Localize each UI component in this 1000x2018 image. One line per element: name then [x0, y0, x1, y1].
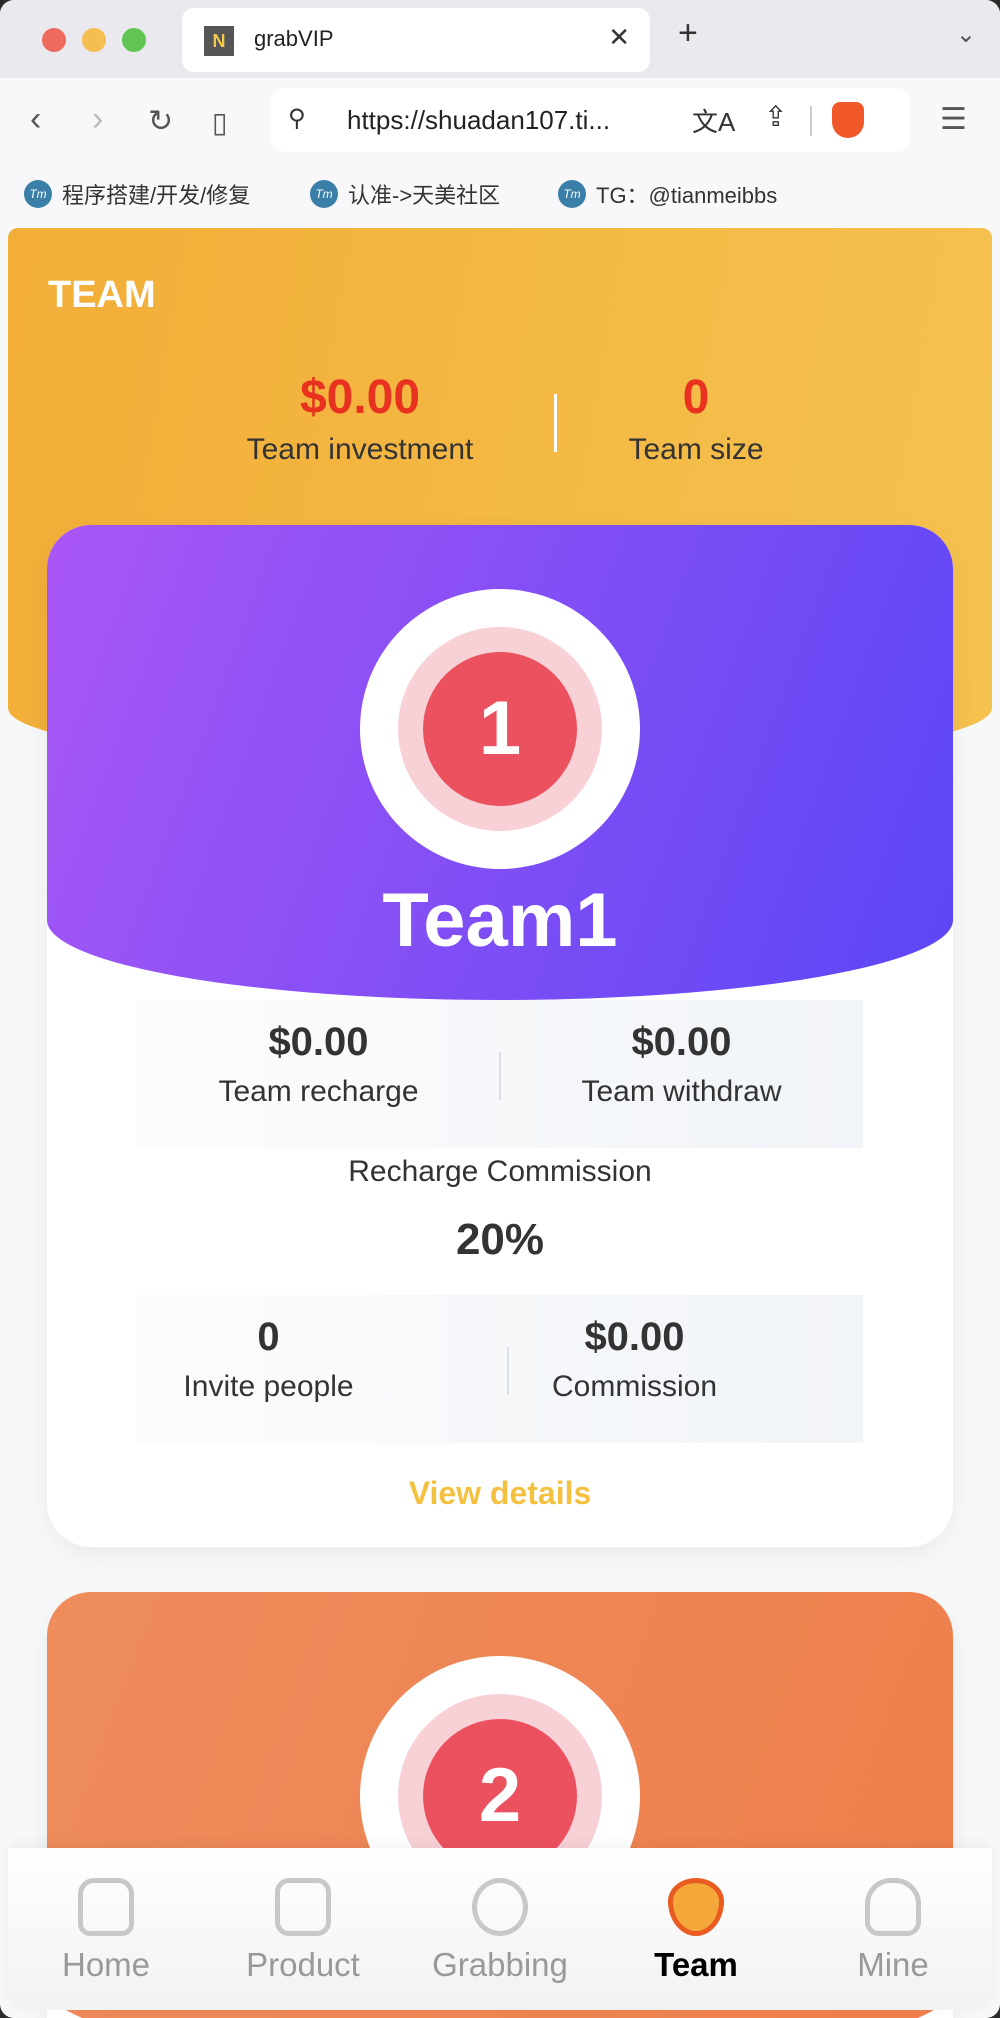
home-icon: [78, 1878, 134, 1936]
bookmark-label: 程序搭建/开发/修复: [62, 183, 251, 208]
team-recharge-label: Team recharge: [218, 1075, 419, 1108]
close-window-button[interactable]: [42, 28, 66, 52]
commission-label: Commission: [551, 1370, 718, 1403]
tab-label: Product: [246, 1946, 360, 1983]
team-size-label: Team size: [628, 433, 764, 466]
bookmarks-bar: Tm 程序搭建/开发/修复 Tm 认准->天美社区 Tm TG：@tianmeibbs: [0, 168, 1000, 226]
team-size-value: 0: [682, 371, 710, 424]
close-tab-icon[interactable]: ✕: [608, 22, 630, 53]
tab-list-chevron-icon[interactable]: ⌄: [956, 20, 976, 49]
menu-icon[interactable]: ☰: [940, 102, 967, 137]
site-settings-icon[interactable]: ⚲: [288, 104, 306, 133]
invite-people-label: Invite people: [183, 1370, 354, 1403]
maximize-window-button[interactable]: [122, 28, 146, 52]
bottom-tab-bar: Home Product Grabbing Team Mine: [8, 1848, 992, 2010]
forward-icon[interactable]: ›: [92, 100, 103, 139]
tab-strip: N grabVIP ✕ + ⌄: [0, 0, 1000, 78]
team-withdraw-label: Team withdraw: [581, 1075, 782, 1108]
team-investment-stat: $0.00 Team investment: [210, 370, 510, 467]
url-text: https://shuadan107.ti...: [347, 105, 611, 135]
team-page: TEAM $0.00 Team investment 0 Team size 1…: [8, 228, 992, 2018]
browser-tab[interactable]: N grabVIP ✕: [182, 8, 650, 72]
tab-grabbing[interactable]: Grabbing: [402, 1878, 598, 1984]
recharge-commission-label: Recharge Commission: [348, 1155, 652, 1188]
bookmark-label: 认准->天美社区: [348, 183, 501, 208]
team-card[interactable]: 1 Team1 $0.00 Team recharge $0.00 Team wit…: [47, 525, 953, 1547]
bookmark-icon[interactable]: ▯: [212, 106, 227, 139]
bookmark-item[interactable]: Tm 认准->天美社区: [310, 178, 500, 210]
bookmark-item[interactable]: Tm TG：@tianmeibbs: [558, 178, 777, 210]
bookmark-favicon-icon: Tm: [24, 180, 52, 208]
commission-value: $0.00: [584, 1315, 685, 1359]
new-tab-button[interactable]: +: [678, 14, 698, 53]
team-recharge-value: $0.00: [268, 1020, 369, 1064]
translate-icon[interactable]: 文A: [692, 102, 735, 139]
tab-label: Grabbing: [432, 1946, 568, 1983]
browser-toolbar: ‹ › ↻ ▯ ⚲ https://shuadan107.ti... 文A ⇪ …: [0, 78, 1000, 168]
invite-commission-row: 0 Invite people $0.00 Commission: [137, 1295, 863, 1443]
bookmark-item[interactable]: Tm 程序搭建/开发/修复: [24, 178, 250, 210]
recharge-withdraw-row: $0.00 Team recharge $0.00 Team withdraw: [137, 1000, 863, 1148]
share-icon[interactable]: ⇪: [764, 100, 787, 133]
bookmark-favicon-icon: Tm: [558, 180, 586, 208]
team-investment-label: Team investment: [246, 433, 474, 466]
box-icon: [275, 1878, 331, 1936]
tab-title: grabVIP: [254, 26, 334, 51]
tab-label: Home: [61, 1946, 151, 1983]
tab-home[interactable]: Home: [8, 1878, 204, 1984]
tab-team[interactable]: Team: [598, 1878, 794, 1984]
tab-mine[interactable]: Mine: [795, 1878, 991, 1984]
rank-number: 1: [423, 652, 577, 806]
divider: [810, 106, 812, 136]
team-card-banner: 1 Team1: [47, 525, 953, 1000]
site-favicon-icon: N: [204, 26, 234, 56]
rank-badge-icon: 1: [360, 589, 640, 869]
view-details-link[interactable]: View details: [47, 1475, 953, 1512]
team-name: Team1: [382, 878, 618, 963]
page-title: TEAM: [48, 274, 156, 316]
recharge-commission-rate: 20%: [455, 1215, 545, 1264]
trend-icon: [472, 1878, 528, 1936]
user-icon: [865, 1878, 921, 1936]
browser-window: N grabVIP ✕ + ⌄ ‹ › ↻ ▯ ⚲ https://shuada…: [0, 0, 1000, 2018]
tab-label: Team: [654, 1946, 738, 1983]
brave-shield-icon[interactable]: [832, 102, 864, 138]
team-size-stat: 0 Team size: [546, 370, 846, 467]
invite-people-value: 0: [257, 1315, 280, 1359]
heart-handshake-icon: [668, 1878, 724, 1936]
reload-icon[interactable]: ↻: [148, 104, 173, 139]
bookmark-label: TG：@tianmeibbs: [596, 183, 778, 208]
bookmark-favicon-icon: Tm: [310, 180, 338, 208]
back-icon[interactable]: ‹: [30, 100, 41, 139]
team-investment-value: $0.00: [299, 371, 421, 424]
minimize-window-button[interactable]: [82, 28, 106, 52]
tab-label: Mine: [857, 1946, 929, 1983]
tab-product[interactable]: Product: [205, 1878, 401, 1984]
team-withdraw-value: $0.00: [631, 1020, 732, 1064]
address-bar[interactable]: ⚲ https://shuadan107.ti... 文A ⇪: [270, 88, 910, 152]
